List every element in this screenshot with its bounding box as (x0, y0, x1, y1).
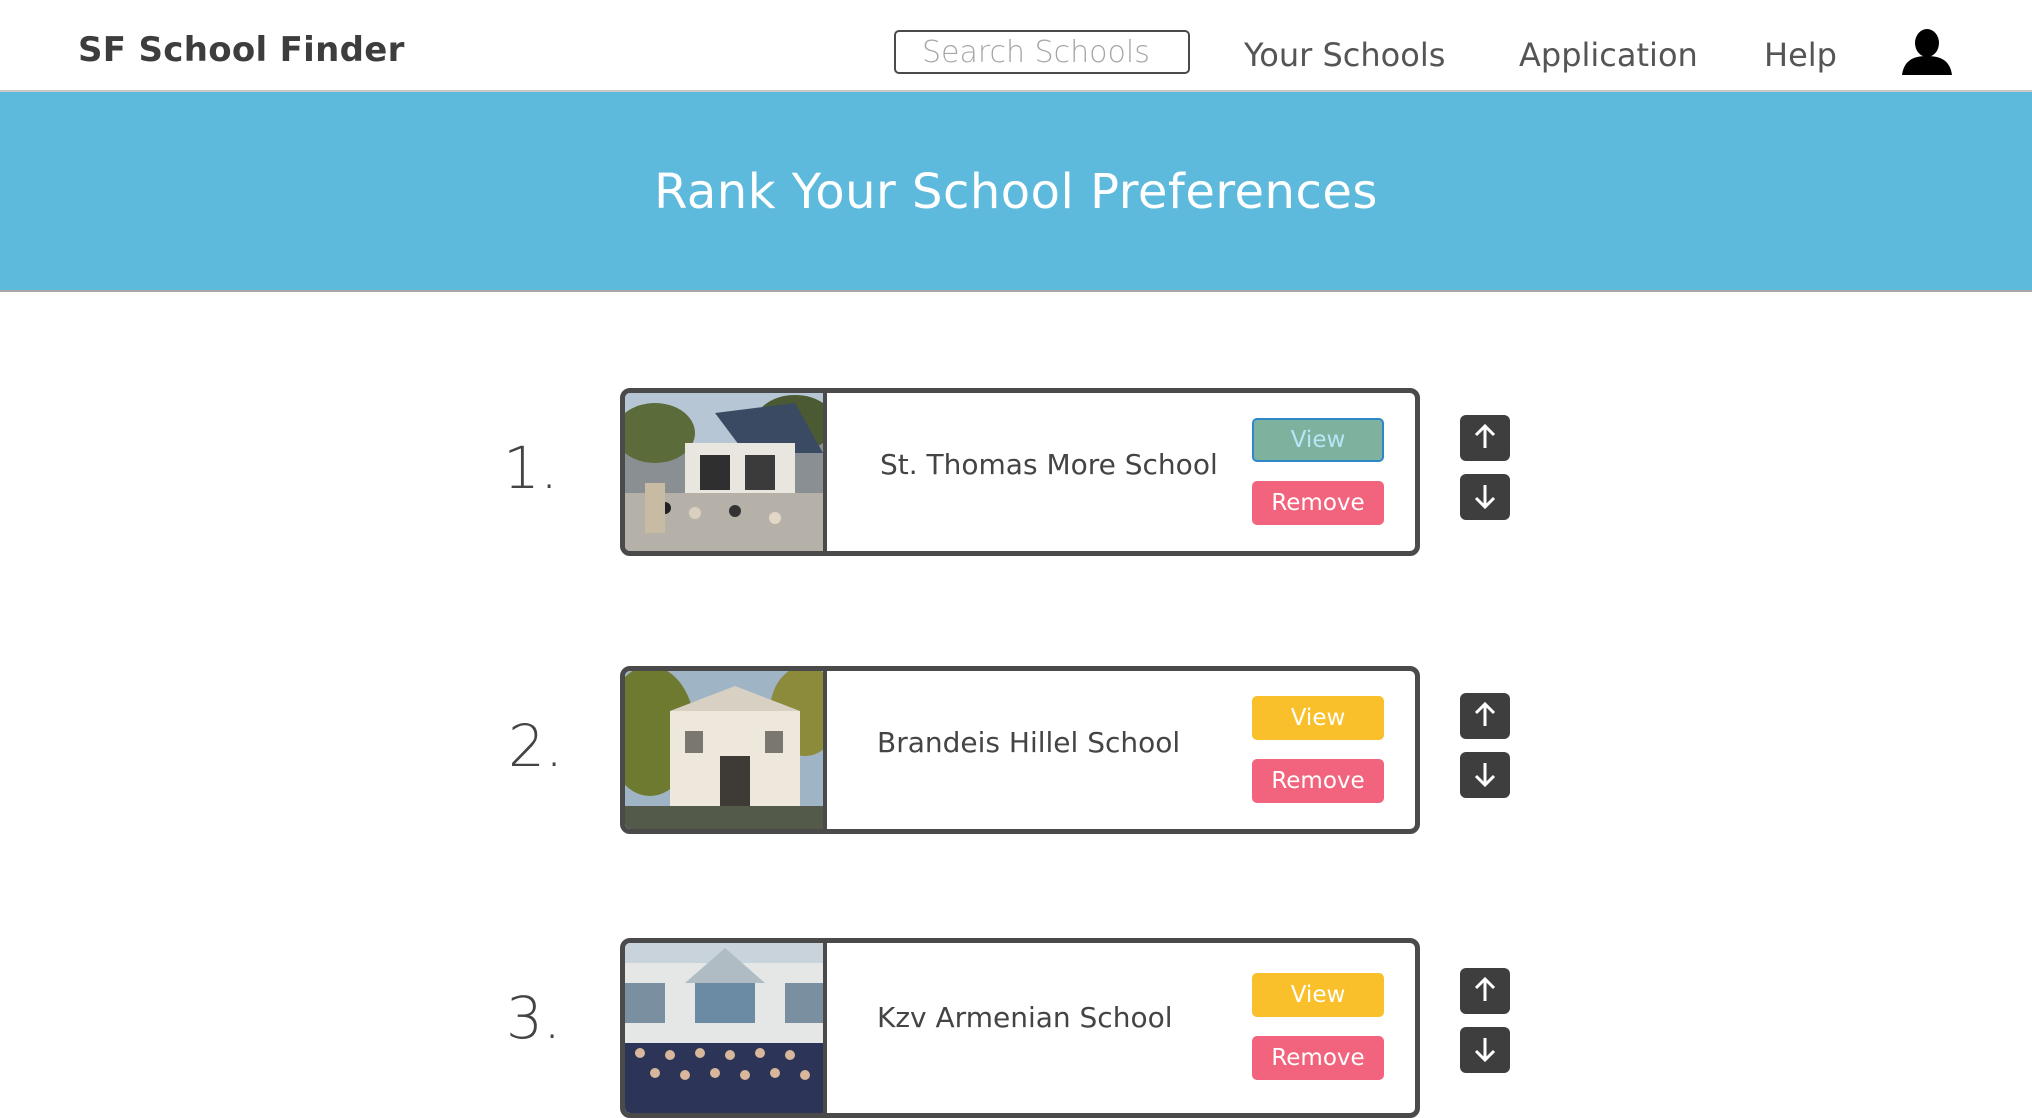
nav-link-application[interactable]: Application (1519, 36, 1698, 74)
school-card: Brandeis Hillel School View Remove (620, 666, 1420, 834)
school-card: Kzv Armenian School View Remove (620, 938, 1420, 1118)
arrow-down-icon (1474, 1038, 1496, 1062)
school-rank-row: 2. Brandeis Hillel School View Remove (0, 666, 2032, 834)
page-title: Rank Your School Preferences (654, 164, 1378, 220)
remove-button[interactable]: Remove (1252, 759, 1384, 803)
view-button[interactable]: View (1252, 696, 1384, 740)
move-down-button[interactable] (1460, 474, 1510, 520)
rank-number: 2. (508, 712, 564, 780)
remove-button[interactable]: Remove (1252, 481, 1384, 525)
user-icon[interactable] (1900, 28, 1954, 76)
move-up-button[interactable] (1460, 968, 1510, 1014)
move-up-button[interactable] (1460, 415, 1510, 461)
nav-link-help[interactable]: Help (1764, 36, 1837, 74)
top-navbar: SF School Finder Your Schools Applicatio… (0, 0, 2032, 92)
school-photo (625, 393, 827, 551)
school-name[interactable]: St. Thomas More School (880, 448, 1218, 481)
nav-link-your-schools[interactable]: Your Schools (1244, 36, 1445, 74)
school-card: St. Thomas More School View Remove (620, 388, 1420, 556)
school-rank-row: 3. Kzv Armenian School View Remove (0, 938, 2032, 1118)
school-name[interactable]: Brandeis Hillel School (877, 726, 1180, 759)
move-down-button[interactable] (1460, 752, 1510, 798)
page-banner: Rank Your School Preferences (0, 92, 2032, 292)
move-down-button[interactable] (1460, 1027, 1510, 1073)
move-up-button[interactable] (1460, 693, 1510, 739)
school-name[interactable]: Kzv Armenian School (877, 1001, 1173, 1034)
arrow-up-icon (1474, 977, 1496, 1001)
search-input[interactable] (894, 30, 1190, 74)
school-rank-row: 1. St. Thomas More School View Remove (0, 388, 2032, 556)
rank-number: 3. (506, 984, 562, 1052)
school-photo (625, 943, 827, 1113)
arrow-down-icon (1474, 763, 1496, 787)
view-button[interactable]: View (1252, 418, 1384, 462)
view-button[interactable]: View (1252, 973, 1384, 1017)
remove-button[interactable]: Remove (1252, 1036, 1384, 1080)
brand-logo-text[interactable]: SF School Finder (78, 30, 405, 70)
arrow-up-icon (1474, 702, 1496, 726)
arrow-down-icon (1474, 485, 1496, 509)
school-photo (625, 671, 827, 829)
rank-number: 1. (503, 434, 559, 502)
arrow-up-icon (1474, 424, 1496, 448)
